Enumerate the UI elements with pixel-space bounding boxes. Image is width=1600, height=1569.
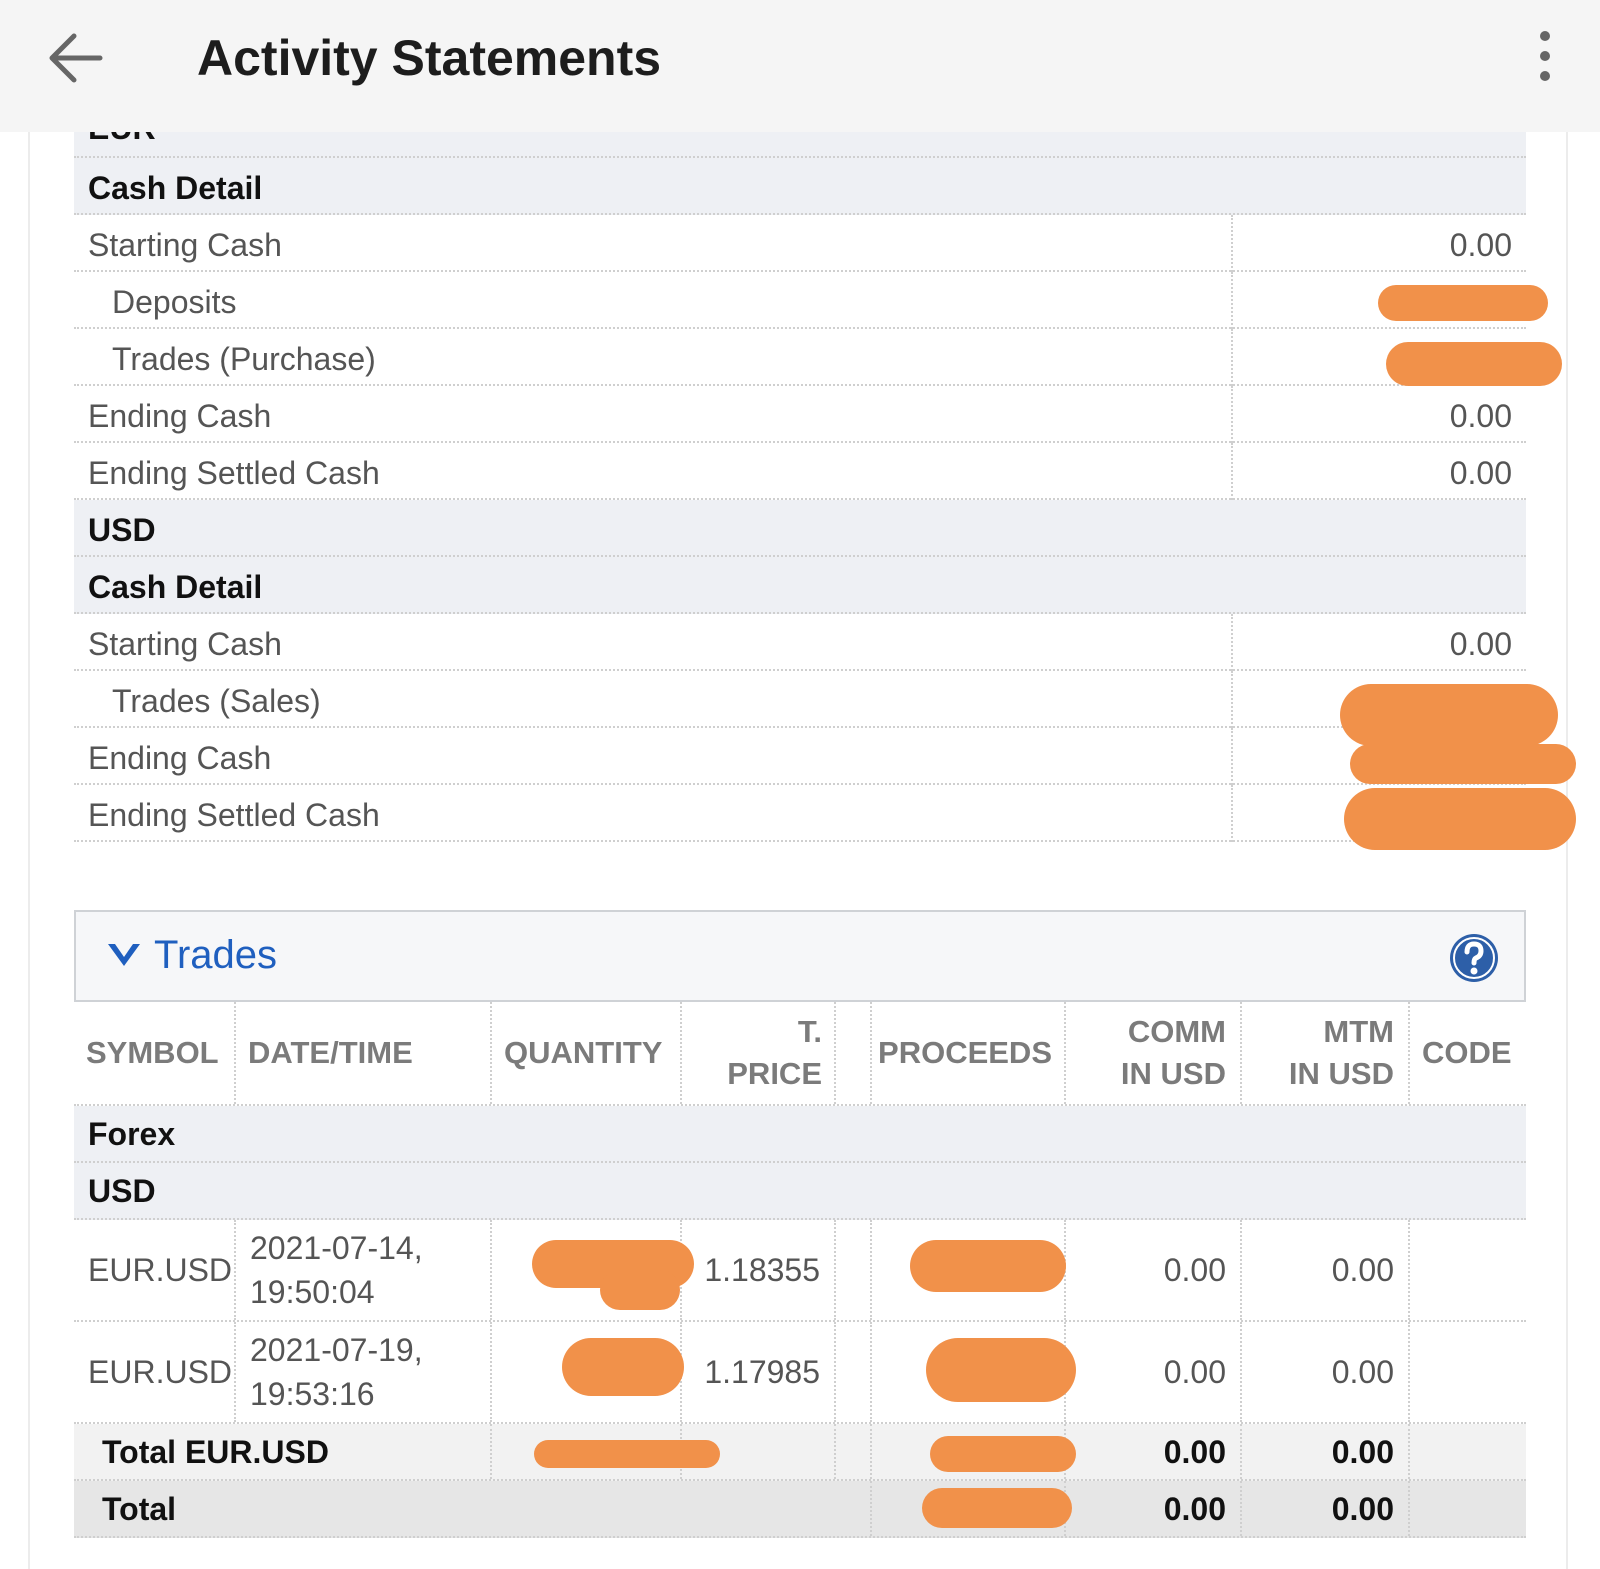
col-header-code[interactable]: CODE (1410, 1002, 1526, 1104)
cell-datetime: 2021-07-19, 19:53:16 (236, 1322, 490, 1422)
col-header-comm-in-usd[interactable]: COMM IN USD (1066, 1002, 1238, 1104)
redaction-mark (926, 1338, 1076, 1402)
currency-row-eur-clipped: EUR (74, 132, 1526, 158)
currency-label-usd: USD (88, 512, 156, 548)
col-header-t-price-line2: PRICE (727, 1056, 822, 1091)
row-value: 0.00 (1449, 398, 1512, 434)
cell-comm: 0.00 (1163, 1252, 1226, 1288)
app-bar: Activity Statements (0, 0, 1600, 132)
cash-row-trades-sales-usd: Trades (Sales) (74, 671, 1526, 728)
more-options-icon[interactable] (1533, 26, 1557, 86)
total-label: Total (102, 1490, 177, 1527)
subtotal-label: Total EUR.USD (102, 1433, 329, 1470)
col-header-comm-line2: IN USD (1120, 1056, 1226, 1091)
currency-label-eur: EUR (88, 132, 156, 147)
total-mtm: 0.00 (1331, 1490, 1394, 1527)
cash-row-ending-cash-usd: Ending Cash (74, 728, 1526, 785)
cell-time: 19:50:04 (250, 1274, 375, 1310)
cell-t-price: 1.17985 (704, 1354, 820, 1390)
help-icon[interactable] (1448, 932, 1500, 984)
col-header-mtm-line2: IN USD (1288, 1056, 1394, 1091)
subtotal-comm: 0.00 (1163, 1433, 1226, 1470)
redaction-mark (1386, 342, 1562, 386)
col-header-comm-line1: COMM (1127, 1014, 1226, 1049)
cell-mtm: 0.00 (1331, 1252, 1394, 1288)
cash-row-deposits-eur: Deposits (74, 272, 1526, 329)
col-header-mtm-line1: MTM (1323, 1014, 1394, 1049)
cash-detail-header-eur: Cash Detail (74, 158, 1526, 215)
group-label: Cash Detail (88, 569, 263, 605)
row-label: Ending Settled Cash (88, 455, 380, 491)
total-comm: 0.00 (1163, 1490, 1226, 1527)
cell-t-price: 1.18355 (704, 1252, 820, 1288)
col-header-mtm-in-usd[interactable]: MTM IN USD (1242, 1002, 1406, 1104)
row-value: 0.00 (1449, 227, 1512, 263)
col-header-quantity[interactable]: QUANTITY (492, 1002, 682, 1104)
cell-symbol: EUR.USD (88, 1354, 233, 1390)
row-value: 0.00 (1449, 626, 1512, 662)
cell-date: 2021-07-19, (250, 1332, 423, 1368)
redaction-mark (930, 1436, 1076, 1472)
cell-symbol: EUR.USD (88, 1252, 233, 1288)
currency-row-usd: USD (74, 500, 1526, 557)
redaction-mark (922, 1488, 1072, 1528)
cell-mtm: 0.00 (1331, 1354, 1394, 1390)
asset-class-row: Forex (74, 1106, 1526, 1163)
cash-row-trades-purchase-eur: Trades (Purchase) (74, 329, 1526, 386)
cell-time: 19:53:16 (250, 1376, 375, 1412)
col-header-proceeds[interactable]: PROCEEDS (872, 1002, 1064, 1104)
cash-row-ending-settled-cash-usd: Ending Settled Cash (74, 785, 1526, 842)
redaction-mark (1344, 788, 1576, 850)
trades-section-header[interactable]: Trades (74, 910, 1526, 1002)
trade-currency-row: USD (74, 1163, 1526, 1220)
subtotal-row: Total EUR.USD 0.00 0.00 (74, 1424, 1526, 1481)
redaction-mark (1378, 285, 1548, 321)
redaction-mark (534, 1440, 720, 1468)
row-label: Ending Cash (88, 740, 272, 776)
row-value: 0.00 (1449, 455, 1512, 491)
cash-row-ending-cash-eur: Ending Cash 0.00 (74, 386, 1526, 443)
cell-date: 2021-07-14, (250, 1230, 423, 1266)
trade-currency-label: USD (88, 1172, 156, 1209)
asset-class-label: Forex (88, 1115, 176, 1152)
subtotal-mtm: 0.00 (1331, 1433, 1394, 1470)
col-header-datetime[interactable]: DATE/TIME (236, 1002, 486, 1104)
content-frame-right (1566, 132, 1568, 1569)
row-label: Deposits (112, 284, 237, 320)
cash-row-starting-cash-usd: Starting Cash 0.00 (74, 614, 1526, 671)
row-label: Trades (Purchase) (112, 341, 376, 377)
cash-row-ending-settled-cash-eur: Ending Settled Cash 0.00 (74, 443, 1526, 500)
back-arrow-icon[interactable] (44, 28, 108, 88)
row-label: Ending Settled Cash (88, 797, 380, 833)
col-header-t-price-line1: T. (797, 1014, 822, 1049)
redaction-mark (1340, 684, 1558, 746)
redaction-mark (600, 1270, 680, 1310)
redaction-mark (562, 1338, 684, 1396)
cash-row-starting-cash-eur: Starting Cash 0.00 (74, 215, 1526, 272)
row-label: Starting Cash (88, 227, 282, 263)
table-row: EUR.USD 2021-07-14, 19:50:04 1.18355 0.0… (74, 1220, 1526, 1322)
redaction-mark (1350, 744, 1576, 784)
col-header-symbol[interactable]: SYMBOL (74, 1002, 234, 1104)
trades-table-header: SYMBOL DATE/TIME QUANTITY T. PRICE PROCE… (74, 1002, 1526, 1106)
page-title: Activity Statements (197, 30, 662, 86)
table-row: EUR.USD 2021-07-19, 19:53:16 1.17985 0.0… (74, 1322, 1526, 1424)
redaction-mark (910, 1240, 1066, 1292)
total-row: Total 0.00 0.00 (74, 1481, 1526, 1538)
row-label: Starting Cash (88, 626, 282, 662)
cell-datetime: 2021-07-14, 19:50:04 (236, 1220, 490, 1320)
cell-comm: 0.00 (1163, 1354, 1226, 1390)
cash-detail-header-usd: Cash Detail (74, 557, 1526, 614)
chevron-down-icon[interactable] (106, 940, 142, 972)
group-label: Cash Detail (88, 170, 263, 206)
trades-title[interactable]: Trades (154, 930, 277, 980)
row-label: Ending Cash (88, 398, 272, 434)
row-label: Trades (Sales) (112, 683, 321, 719)
content-frame-left (28, 132, 30, 1569)
col-header-t-price[interactable]: T. PRICE (682, 1002, 834, 1104)
